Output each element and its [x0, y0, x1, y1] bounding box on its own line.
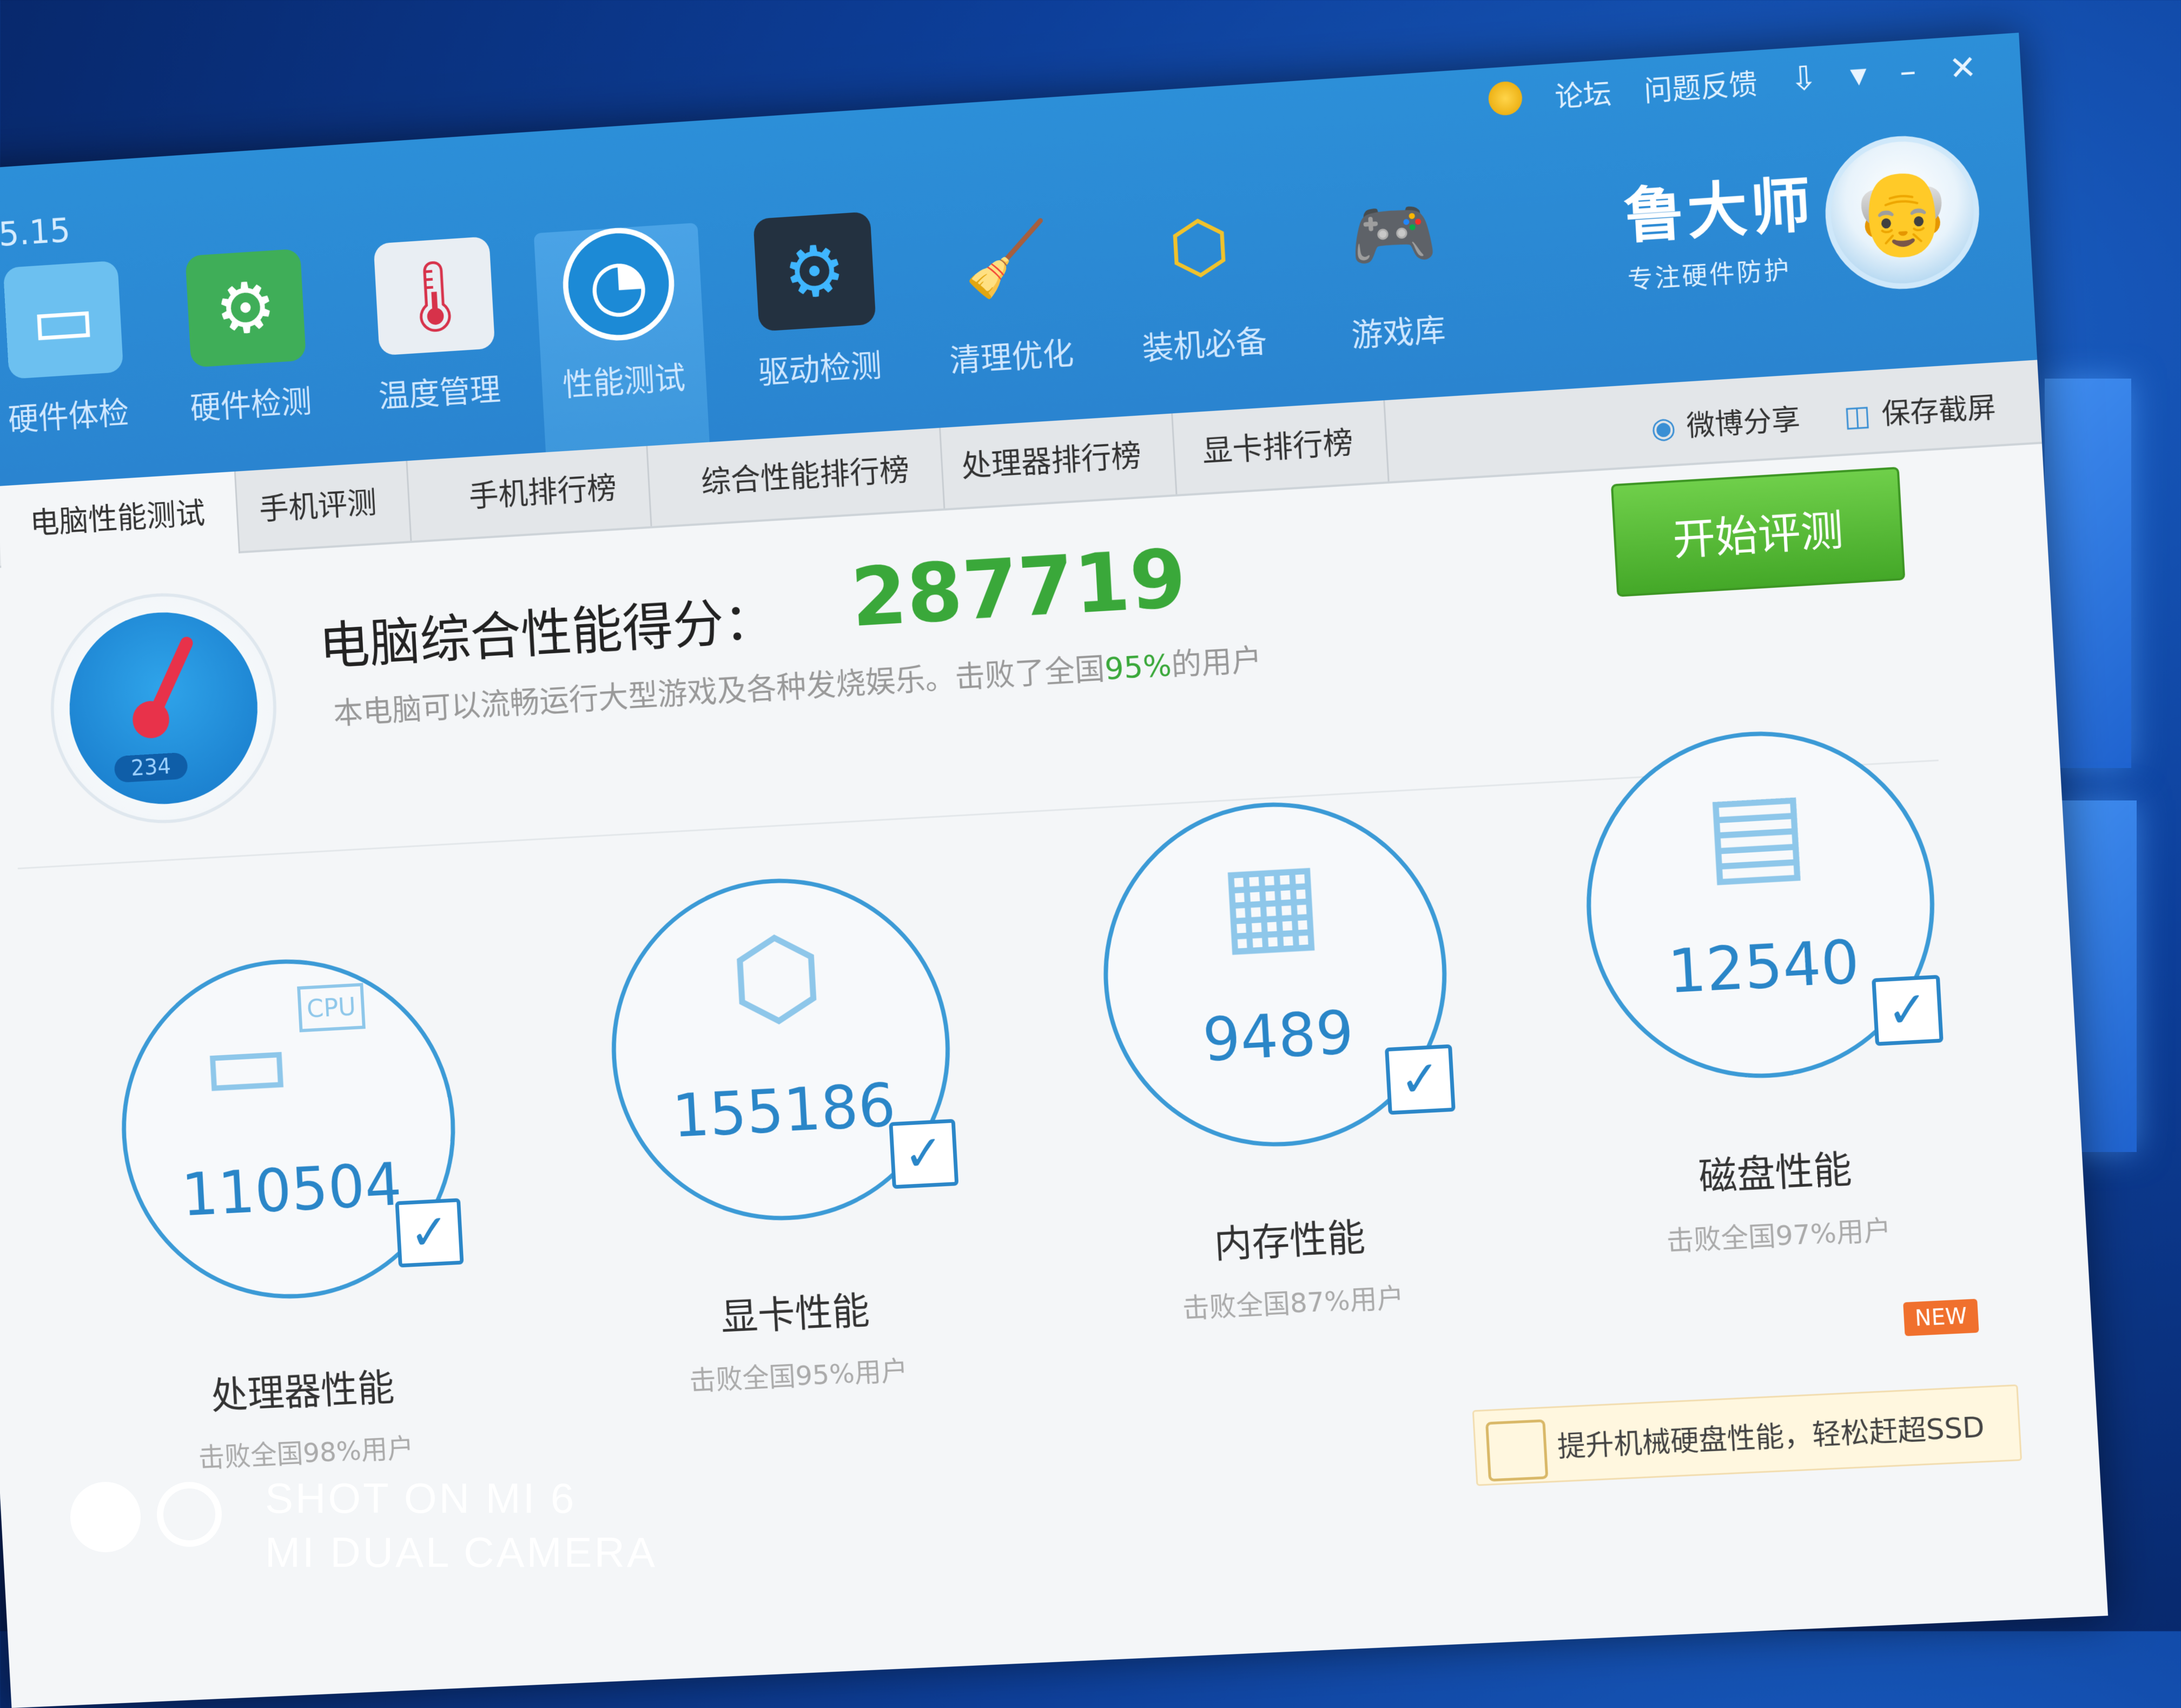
- check-icon[interactable]: ✓: [395, 1198, 464, 1268]
- box-icon: ⬡: [1166, 203, 1232, 290]
- save-screenshot-button[interactable]: ◫ 保存截屏: [1842, 385, 1997, 435]
- forum-link[interactable]: 论坛: [1554, 71, 1612, 115]
- save-screenshot-label: 保存截屏: [1880, 391, 1997, 432]
- brand: 鲁大师 专注硬件防护: [1622, 156, 1819, 296]
- cpu-card-beat: 击败全国98%用户: [197, 1432, 415, 1474]
- broom-icon: 🧹: [961, 215, 1052, 303]
- tool-essentials[interactable]: ⬡ 装机必备: [1113, 185, 1292, 422]
- total-score: 287719: [849, 532, 1189, 645]
- tool-label: 游戏库: [1350, 311, 1447, 354]
- score-desc-percent: 95%: [1103, 647, 1173, 687]
- gpu-circle: ⬡ 155186 ✓: [603, 869, 959, 1229]
- check-icon[interactable]: ✓: [889, 1118, 959, 1189]
- cpu-chip-label: CPU: [297, 983, 366, 1032]
- tool-hardware-detect[interactable]: ⚙ 硬件检测: [162, 247, 336, 481]
- share-actions: ◉ 微博分享 ◫ 保存截屏: [1650, 385, 1997, 447]
- tool-label: 硬件体检: [7, 394, 130, 439]
- tool-label: 装机必备: [1141, 322, 1268, 367]
- medal-icon[interactable]: [1488, 80, 1523, 116]
- tool-temperature[interactable]: 🌡 温度管理: [350, 235, 525, 469]
- memory-circle: ▦ 9489 ✓: [1094, 793, 1456, 1155]
- watermark-text: SHOT ON MI 6 MI DUAL CAMERA: [265, 1471, 657, 1579]
- tab-overall-ranking[interactable]: 综合性能排行榜: [667, 427, 946, 525]
- start-test-button[interactable]: 开始评测: [1610, 467, 1906, 597]
- score-desc-suffix: 的用户: [1170, 642, 1263, 683]
- disk-icon: ▤: [1701, 766, 1812, 899]
- memory-card[interactable]: ▦ 9489 ✓ 内存性能 击败全国87%用户: [1078, 792, 1483, 1330]
- watermark-line2: MI DUAL CAMERA: [265, 1528, 657, 1576]
- gpu-card-beat: 击败全国95%用户: [689, 1355, 909, 1397]
- tab-pc-performance[interactable]: 电脑性能测试: [0, 471, 241, 568]
- gpu-card-title: 显卡性能: [719, 1288, 871, 1340]
- hard-disk-icon: [1485, 1419, 1549, 1482]
- cpu-circle: ▭ CPU 110504 ✓: [113, 950, 465, 1307]
- promo-banner[interactable]: 提升机械硬盘性能，轻松赶超SSD: [1472, 1384, 2023, 1486]
- brand-slogan: 专注硬件防护: [1627, 254, 1792, 295]
- memory-card-title: 内存性能: [1213, 1215, 1366, 1267]
- gauge-number: 234: [114, 752, 188, 783]
- tool-label: 硬件检测: [189, 383, 313, 427]
- graphics-card-icon: ⚙: [185, 248, 307, 368]
- cpu-card[interactable]: ▭ CPU 110504 ✓ 处理器性能 击败全国98%用户: [96, 950, 491, 1479]
- tool-performance-test[interactable]: ◔ 性能测试: [533, 222, 710, 458]
- disk-card[interactable]: ▤ 12540 ✓ 磁盘性能 击败全国97%用户: [1560, 721, 1971, 1262]
- gear-icon: ⚙: [753, 211, 876, 332]
- speedometer-icon: ◔: [560, 224, 677, 344]
- cube-icon: ⬡: [726, 912, 827, 1043]
- tool-hardware-checkup[interactable]: ▭ 硬件体检: [0, 259, 153, 492]
- watermark-dot-icon: [70, 1482, 141, 1552]
- photo-frame: 5.15 论坛 问题反馈 ⇩ ▾ – ✕ ▭ 硬件体检 ⚙ 硬件检测 🌡 温度管…: [0, 0, 2181, 1708]
- check-icon[interactable]: ✓: [1872, 975, 1944, 1046]
- thermometer-icon: 🌡: [373, 236, 495, 356]
- brand-name: 鲁大师: [1622, 169, 1816, 251]
- tab-phone-review[interactable]: 手机评测: [226, 461, 412, 552]
- tool-driver-detect[interactable]: ⚙ 驱动检测: [729, 210, 906, 446]
- tool-game-library[interactable]: 🎮 游戏库: [1306, 172, 1486, 409]
- close-icon[interactable]: ✕: [1948, 48, 1978, 88]
- version-label: 5.15: [0, 210, 71, 254]
- gamepad-icon: 🎮: [1347, 190, 1439, 278]
- disk-card-title: 磁盘性能: [1697, 1147, 1853, 1200]
- watermark-ring-icon: [157, 1482, 222, 1547]
- tool-clean-optimize[interactable]: 🧹 清理优化: [921, 197, 1099, 434]
- feedback-link[interactable]: 问题反馈: [1643, 61, 1759, 109]
- check-icon[interactable]: ✓: [1384, 1044, 1456, 1115]
- weibo-share-button[interactable]: ◉ 微博分享: [1650, 396, 1801, 446]
- tab-phone-ranking[interactable]: 手机排行榜: [435, 446, 652, 539]
- new-badge: NEW: [1903, 1299, 1979, 1336]
- gpu-card[interactable]: ⬡ 155186 ✓ 显卡性能 击败全国95%用户: [586, 869, 986, 1402]
- disk-card-beat: 击败全国97%用户: [1666, 1214, 1892, 1257]
- tool-label: 温度管理: [378, 371, 502, 415]
- tool-label: 清理优化: [948, 335, 1075, 380]
- promo-text: 提升机械硬盘性能，轻松赶超SSD: [1556, 1411, 1986, 1464]
- weibo-icon: ◉: [1650, 411, 1677, 446]
- tool-label: 性能测试: [561, 359, 686, 403]
- top-links: 论坛 问题反馈 ⇩ ▾ – ✕: [1488, 47, 1978, 120]
- tab-cpu-ranking[interactable]: 处理器排行榜: [927, 413, 1178, 509]
- avatar[interactable]: 👴: [1821, 131, 1984, 294]
- minimize-icon[interactable]: –: [1899, 52, 1917, 91]
- tab-gpu-ranking[interactable]: 显卡排行榜: [1168, 400, 1390, 495]
- score-title: 电脑综合性能得分：: [318, 590, 777, 677]
- score-gauge: 234: [44, 586, 283, 830]
- memory-icon: ▦: [1216, 837, 1325, 968]
- camera-icon: ◫: [1843, 399, 1872, 434]
- download-icon[interactable]: ⇩: [1789, 58, 1819, 98]
- cpu-monitor-icon: ▭ CPU: [119, 983, 450, 1128]
- cpu-card-title: 处理器性能: [210, 1366, 396, 1419]
- tool-label: 驱动检测: [757, 347, 883, 392]
- memory-card-beat: 击败全国87%用户: [1181, 1282, 1405, 1325]
- menu-icon[interactable]: ▾: [1849, 55, 1868, 94]
- disk-circle: ▤ 12540 ✓: [1577, 722, 1944, 1087]
- monitor-icon: ▭: [3, 260, 124, 380]
- weibo-share-label: 微博分享: [1686, 403, 1801, 443]
- watermark-line1: SHOT ON MI 6: [265, 1474, 577, 1522]
- app-window: 5.15 论坛 问题反馈 ⇩ ▾ – ✕ ▭ 硬件体检 ⚙ 硬件检测 🌡 温度管…: [0, 32, 2109, 1708]
